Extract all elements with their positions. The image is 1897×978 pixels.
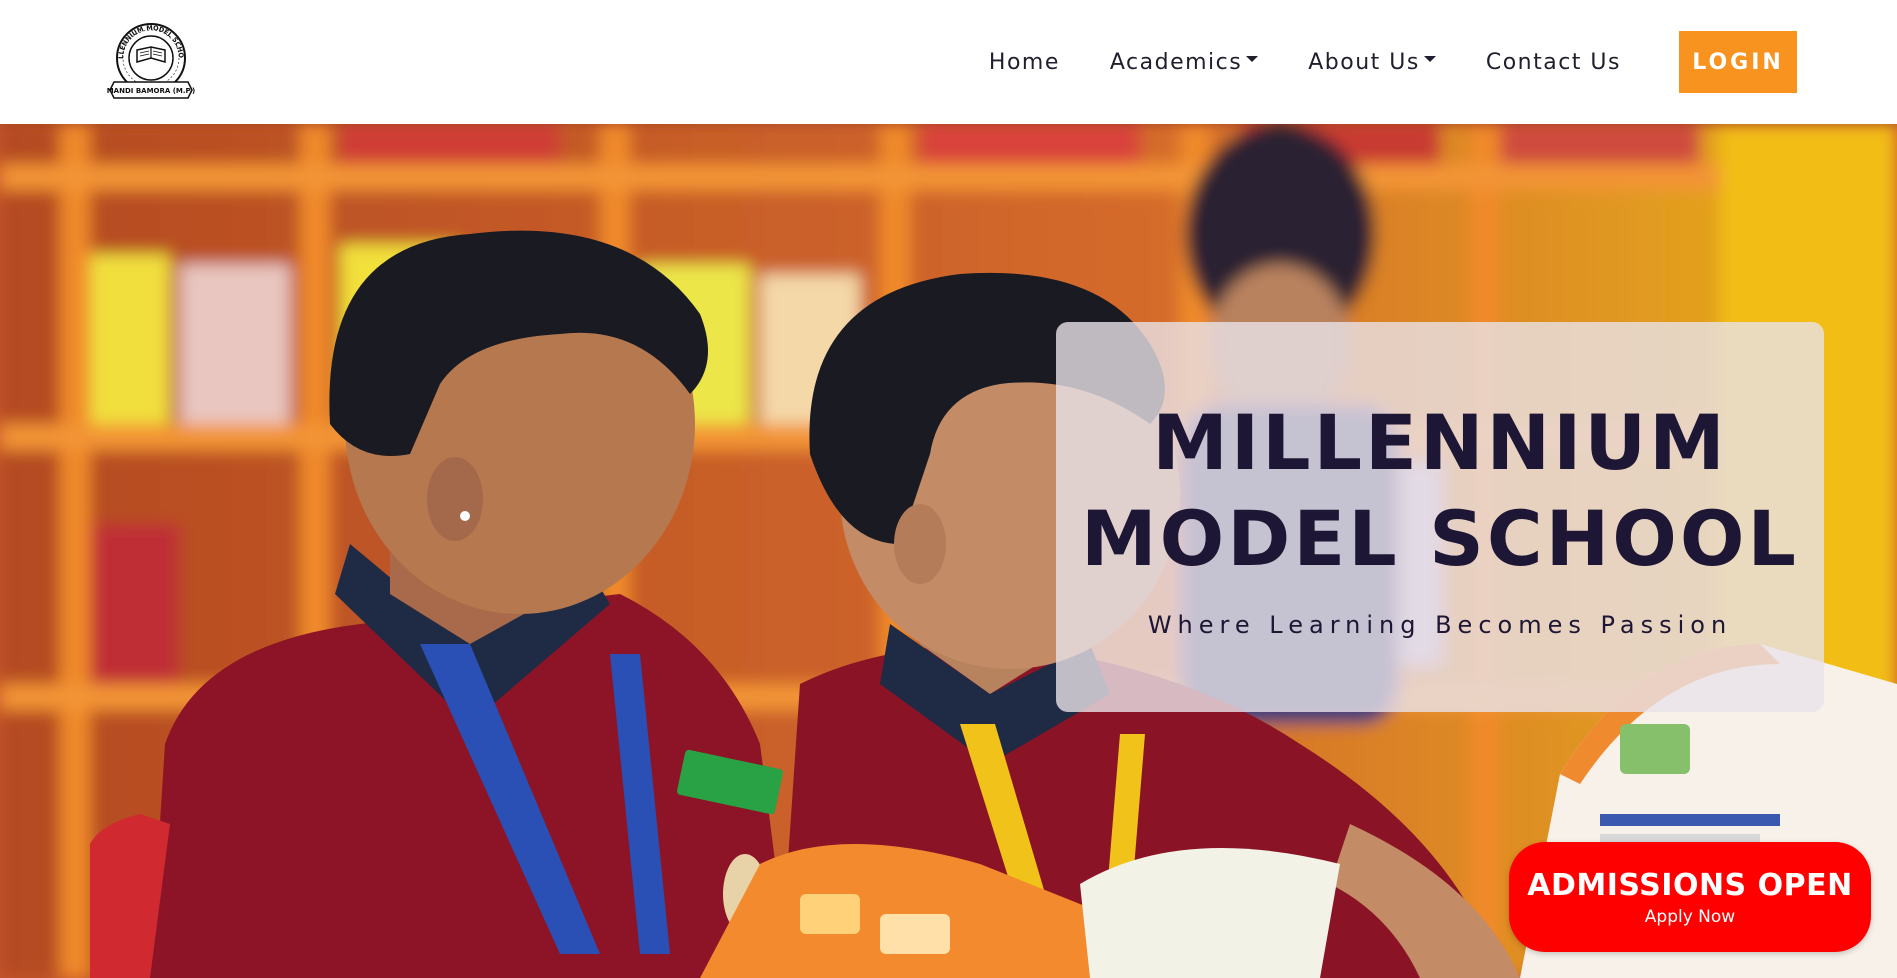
- nav-home-label: Home: [988, 49, 1060, 75]
- nav-links: Home Academics About Us Contact Us LOGIN: [989, 0, 1797, 124]
- chevron-down-icon: [1246, 56, 1259, 62]
- hero-tagline: Where Learning Becomes Passion: [1147, 611, 1733, 639]
- login-button[interactable]: LOGIN: [1679, 31, 1797, 93]
- hero-title-line1: MILLENNIUM: [1152, 398, 1728, 487]
- admissions-open-button[interactable]: ADMISSIONS OPEN Apply Now: [1509, 842, 1871, 952]
- nav-about-us-label: About Us: [1308, 49, 1420, 75]
- login-button-label: LOGIN: [1692, 49, 1784, 75]
- logo-banner-text: MANDI BAMORA (M.P.): [107, 87, 196, 95]
- hero-title: MILLENNIUM MODEL SCHOOL: [1081, 395, 1799, 587]
- admissions-title: ADMISSIONS OPEN: [1527, 867, 1853, 903]
- top-navbar: MANDI BAMORA (M.P.) MILLENNIUM MODEL SCH…: [0, 0, 1897, 124]
- apply-now-link[interactable]: Apply Now: [1645, 907, 1735, 927]
- nav-academics[interactable]: Academics: [1109, 49, 1259, 75]
- nav-home[interactable]: Home: [989, 50, 1060, 75]
- school-logo-emblem-icon: MANDI BAMORA (M.P.) MILLENNIUM MODEL SCH…: [103, 14, 196, 99]
- nav-contact-us-label: Contact Us: [1485, 49, 1621, 75]
- hero-title-line2: MODEL SCHOOL: [1081, 494, 1799, 583]
- nav-academics-label: Academics: [1109, 49, 1243, 75]
- chevron-down-icon: [1423, 56, 1436, 62]
- school-logo[interactable]: MANDI BAMORA (M.P.) MILLENNIUM MODEL SCH…: [103, 14, 196, 102]
- nav-about-us[interactable]: About Us: [1308, 50, 1436, 75]
- hero-title-card: MILLENNIUM MODEL SCHOOL Where Learning B…: [1056, 322, 1824, 712]
- nav-contact-us[interactable]: Contact Us: [1486, 50, 1621, 75]
